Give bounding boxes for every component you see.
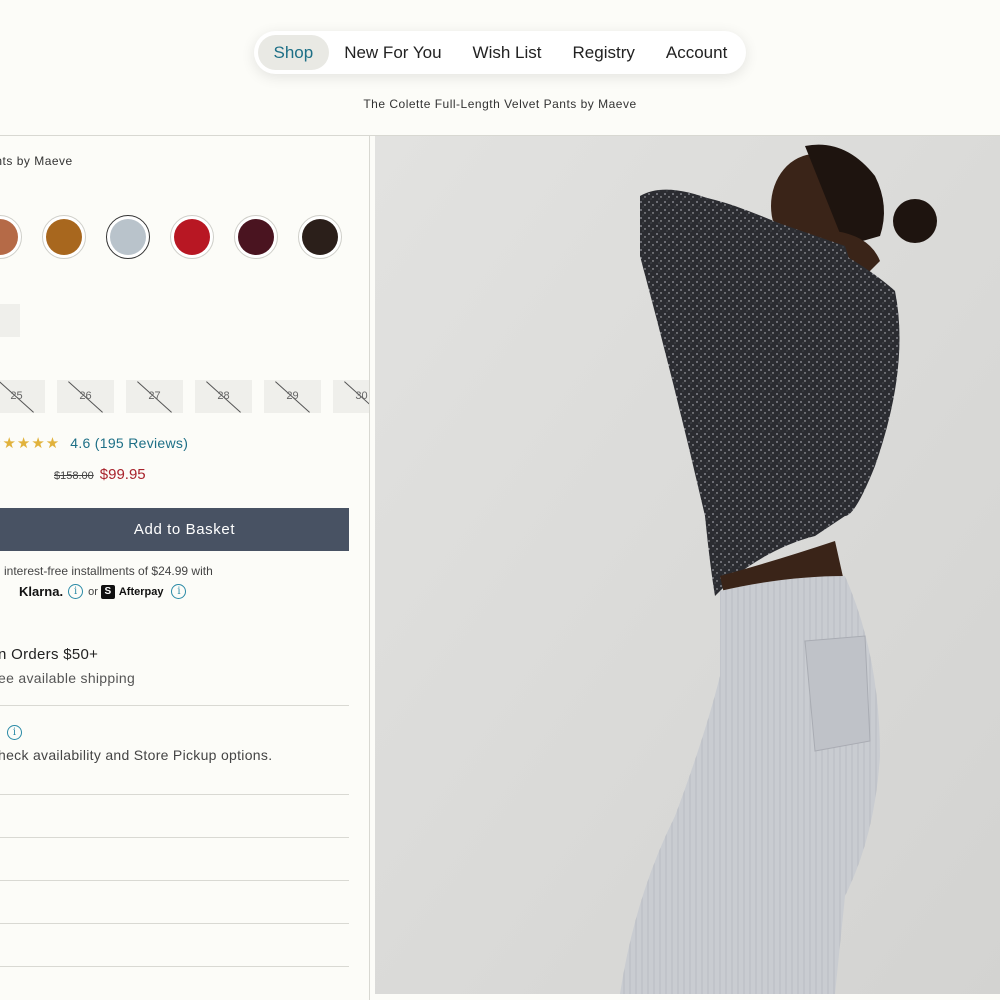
size-option-partial[interactable] xyxy=(0,304,20,337)
product-details-panel: elvet Pants by Maeve 25 26 27 28 29 30 ★… xyxy=(0,136,369,1000)
reviews-link[interactable]: 4.6 (195 Reviews) xyxy=(70,435,188,451)
size-option-28[interactable]: 28 xyxy=(195,380,252,413)
nav-account[interactable]: Account xyxy=(650,35,742,70)
store-pickup-text[interactable]: heck availability and Store Pickup optio… xyxy=(0,747,272,763)
size-label: 27 xyxy=(148,390,161,402)
accordion-divider[interactable] xyxy=(0,880,349,881)
shipping-subtitle: ee available shipping xyxy=(0,670,136,686)
swatch-color xyxy=(174,219,210,255)
size-option-30[interactable]: 30 xyxy=(333,380,369,413)
size-option-27[interactable]: 27 xyxy=(126,380,183,413)
or-text: or xyxy=(88,585,98,598)
main-nav: Shop New For You Wish List Registry Acco… xyxy=(254,31,746,74)
color-swatch-rust[interactable] xyxy=(0,215,22,259)
swatch-color xyxy=(110,219,146,255)
afterpay-logo-icon: S xyxy=(100,584,115,599)
swatch-color xyxy=(0,219,18,255)
color-swatch-burgundy[interactable] xyxy=(234,215,278,259)
color-swatch-light-gray[interactable] xyxy=(106,215,150,259)
size-option-25[interactable]: 25 xyxy=(0,380,45,413)
original-price: $158.00 xyxy=(54,470,94,482)
color-swatch-red[interactable] xyxy=(170,215,214,259)
divider xyxy=(0,794,349,795)
size-label: 30 xyxy=(355,390,368,402)
product-name: elvet Pants by Maeve xyxy=(0,154,73,168)
star-rating-icon: ★★★★★ xyxy=(0,435,61,452)
swatch-color xyxy=(46,219,82,255)
size-option-26[interactable]: 26 xyxy=(57,380,114,413)
store-info-icon[interactable]: i xyxy=(7,725,22,740)
add-to-basket-button[interactable]: Add to Basket xyxy=(0,508,349,551)
size-label: 25 xyxy=(10,390,23,402)
afterpay-info-icon[interactable]: i xyxy=(171,584,187,599)
accordion-divider[interactable] xyxy=(0,837,349,838)
afterpay-label: Afterpay xyxy=(118,585,164,598)
klarna-info-icon[interactable]: i xyxy=(68,584,84,599)
product-rating: ★★★★★ 4.6 (195 Reviews) xyxy=(0,434,188,452)
model-illustration xyxy=(375,136,1000,994)
nav-new-for-you[interactable]: New For You xyxy=(329,35,457,70)
divider xyxy=(0,705,349,706)
swatch-color xyxy=(302,219,338,255)
size-label: 26 xyxy=(79,390,92,402)
accordion-divider[interactable] xyxy=(0,966,349,967)
column-divider xyxy=(369,136,370,1000)
installments-text: interest-free installments of $24.99 wit… xyxy=(4,564,213,578)
klarna-logo: Klarna. xyxy=(19,584,64,599)
product-photo[interactable] xyxy=(375,136,1000,994)
nav-shop[interactable]: Shop xyxy=(258,35,329,70)
shipping-title: n Orders $50+ xyxy=(0,646,99,663)
nav-wish-list[interactable]: Wish List xyxy=(457,35,557,70)
color-swatch-espresso[interactable] xyxy=(298,215,342,259)
size-label: 29 xyxy=(286,390,299,402)
price-block: $158.00 $99.95 xyxy=(54,466,146,483)
swatch-color xyxy=(238,219,274,255)
accordion-divider[interactable] xyxy=(0,923,349,924)
page-title: The Colette Full-Length Velvet Pants by … xyxy=(363,97,637,111)
color-swatch-camel[interactable] xyxy=(42,215,86,259)
size-option-29[interactable]: 29 xyxy=(264,380,321,413)
payment-options: Klarna. i or S Afterpay i xyxy=(19,584,191,599)
nav-registry[interactable]: Registry xyxy=(557,35,650,70)
sale-price: $99.95 xyxy=(99,466,146,483)
size-label: 28 xyxy=(217,390,230,402)
